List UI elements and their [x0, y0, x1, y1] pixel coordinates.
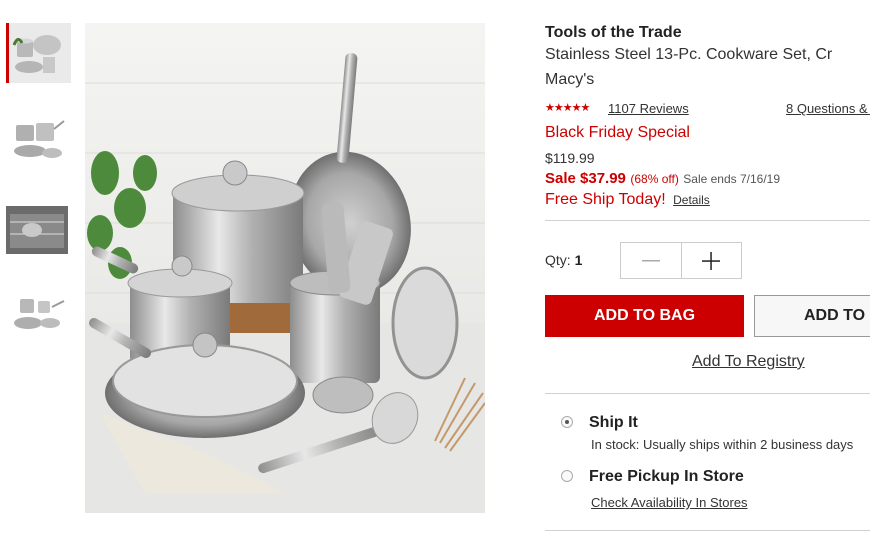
sale-price: Sale $37.99 — [545, 170, 626, 187]
quantity-stepper — [620, 242, 742, 279]
ship-it-label[interactable]: Ship It — [589, 414, 638, 432]
rating-stars[interactable]: ★★★★★ — [545, 101, 590, 114]
quantity-value: 1 — [574, 252, 583, 268]
thumbnail-4[interactable] — [6, 287, 68, 347]
increase-quantity-button[interactable] — [680, 243, 742, 278]
pickup-radio[interactable] — [561, 470, 573, 482]
ship-status: In stock: Usually ships within 2 busines… — [591, 437, 854, 452]
original-price: $119.99 — [545, 150, 595, 166]
questions-link[interactable]: 8 Questions & Answers — [786, 101, 870, 116]
pickup-label[interactable]: Free Pickup In Store — [589, 468, 744, 486]
promo-label: Black Friday Special — [545, 124, 690, 141]
minus-icon — [641, 259, 660, 261]
free-ship-label: Free Ship Today! — [545, 191, 666, 208]
add-to-registry-link[interactable]: Add To Registry — [692, 353, 805, 371]
add-to-list-button[interactable]: ADD TO LIST — [754, 295, 870, 337]
product-info-panel: Tools of the Trade Stainless Steel 13-Pc… — [545, 24, 870, 534]
decrease-quantity-button[interactable] — [621, 243, 681, 278]
sale-ends: Sale ends 7/16/19 — [683, 172, 781, 186]
thumbnail-3[interactable] — [6, 204, 68, 264]
free-ship-row: Free Ship Today! Details — [545, 191, 710, 209]
divider — [545, 220, 870, 221]
star-rating-icon: ★★★★★ — [545, 102, 590, 114]
details-link[interactable]: Details — [673, 193, 710, 207]
reviews-link[interactable]: 1107 Reviews — [608, 101, 689, 116]
divider — [545, 530, 870, 531]
thumbnail-2[interactable] — [6, 111, 68, 171]
product-title: Stainless Steel 13-Pc. Cookware Set, Cr — [545, 46, 833, 63]
product-main-image[interactable] — [85, 23, 485, 513]
check-availability-link[interactable]: Check Availability In Stores — [591, 495, 748, 510]
product-title-continued: Macy's — [545, 71, 595, 88]
add-to-bag-button[interactable]: ADD TO BAG — [545, 295, 744, 337]
thumbnail-1[interactable] — [6, 23, 71, 83]
brand-name[interactable]: Tools of the Trade — [545, 24, 682, 42]
quantity-label-text: Qty: — [545, 252, 571, 268]
quantity-label: Qty: 1 — [545, 252, 582, 268]
ship-it-radio[interactable] — [561, 416, 573, 428]
percent-off: (68% off) — [630, 172, 679, 186]
divider — [545, 393, 870, 394]
plus-icon — [702, 251, 721, 270]
sale-price-row: Sale $37.99 (68% off) Sale ends 7/16/19 — [545, 170, 780, 188]
